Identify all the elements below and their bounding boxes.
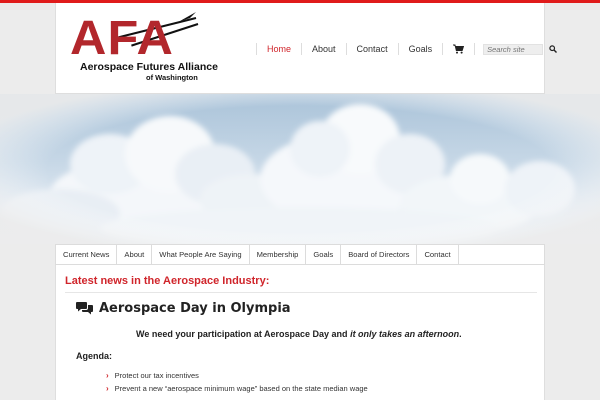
section-tabs: Current News About What People Are Sayin…: [55, 244, 545, 265]
tab-contact[interactable]: Contact: [417, 245, 459, 264]
logo-name: Aerospace Futures Alliance: [80, 61, 218, 73]
news-heading: Latest news in the Aerospace Industry:: [65, 275, 270, 287]
tab-current-news[interactable]: Current News: [56, 245, 118, 264]
logo-letters: AFA: [70, 12, 174, 65]
search-input[interactable]: [483, 43, 544, 55]
tab-what-people-are-saying[interactable]: What People Are Saying: [152, 245, 250, 264]
tab-membership[interactable]: Membership: [250, 245, 307, 264]
agenda-item-text: Prevent a new “aerospace minimum wage” b…: [114, 384, 368, 393]
tab-board-of-directors[interactable]: Board of Directors: [341, 245, 418, 264]
cart-button[interactable]: [443, 44, 474, 54]
intro-end: .: [459, 329, 462, 339]
plane-icon: [180, 12, 196, 21]
tab-about[interactable]: About: [117, 245, 153, 264]
main-nav: Home About Contact Goals: [256, 41, 558, 57]
nav-item-contact[interactable]: Contact: [347, 44, 398, 54]
heading-divider: [65, 292, 537, 293]
afa-logo[interactable]: AFA Aerospace Futures Alliance of Washin…: [68, 12, 218, 83]
search-button[interactable]: [549, 45, 558, 53]
hero-clouds-banner: [0, 94, 600, 244]
intro-emphasis: it only takes an afternoon: [350, 329, 460, 339]
agenda-label: Agenda:: [76, 351, 112, 361]
post-intro: We need your participation at Aerospace …: [136, 329, 462, 339]
nav-divider: [474, 43, 476, 55]
main-content: Latest news in the Aerospace Industry: A…: [55, 265, 545, 400]
nav-item-goals[interactable]: Goals: [399, 44, 443, 54]
chevron-right-icon: ›: [106, 384, 109, 393]
cloud-illustration: [0, 94, 600, 244]
cart-icon: [453, 44, 465, 54]
chevron-right-icon: ›: [106, 371, 109, 380]
nav-item-home[interactable]: Home: [257, 44, 301, 54]
chat-bubbles-icon: [76, 302, 93, 315]
intro-text: We need your participation at Aerospace …: [136, 329, 351, 339]
agenda-item-text: Protect our tax incentives: [114, 371, 199, 380]
nav-item-about[interactable]: About: [302, 44, 346, 54]
list-item: › Prevent a new “aerospace minimum wage”…: [106, 382, 368, 395]
site-header: AFA Aerospace Futures Alliance of Washin…: [55, 3, 558, 94]
tab-goals[interactable]: Goals: [306, 245, 342, 264]
post-title[interactable]: Aerospace Day in Olympia: [99, 301, 291, 316]
list-item: › Protect our tax incentives: [106, 369, 368, 382]
logo-subtitle: of Washington: [146, 73, 198, 82]
agenda-list: › Protect our tax incentives › Prevent a…: [106, 369, 368, 395]
search-icon: [549, 45, 558, 53]
